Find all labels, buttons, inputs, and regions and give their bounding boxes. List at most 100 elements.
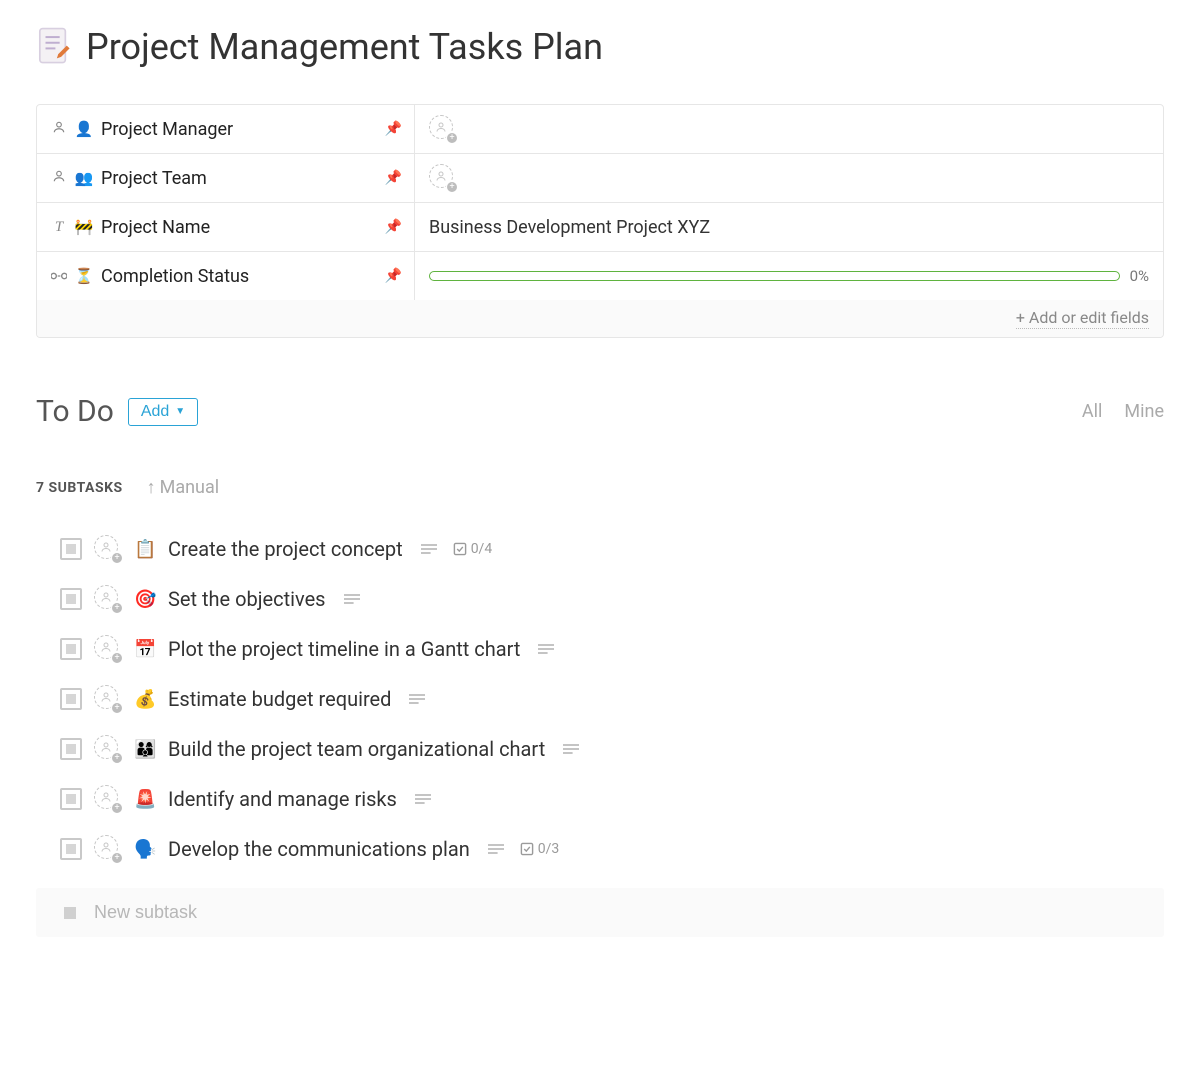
add-assignee-button[interactable]: + [429,115,457,143]
progress-bar: 0% [429,267,1149,285]
sort-toggle[interactable]: ↑ Manual [147,477,220,498]
task-emoji-icon: 👨‍👩‍👦 [134,739,156,760]
page-title: Project Management Tasks Plan [86,26,603,68]
todo-section: To Do Add ▼ All Mine 7 SUBTASKS ↑ Manual… [36,394,1164,937]
add-assignee-button[interactable]: + [94,835,122,863]
task-checkbox[interactable] [60,538,82,560]
add-button-label: Add [141,403,169,421]
add-edit-fields-link[interactable]: + Add or edit fields [1016,308,1149,329]
plus-icon: + [111,752,123,764]
subtask-count-text: 0/4 [471,541,493,557]
manager-emoji-icon: 👤 [73,120,95,138]
pin-icon[interactable]: 📌 [385,121,402,137]
construction-emoji-icon: 🚧 [73,218,95,236]
task-emoji-icon: 🎯 [134,589,156,610]
document-icon [36,27,72,67]
pin-icon[interactable]: 📌 [385,219,402,235]
description-icon [344,590,360,609]
formula-type-icon [49,267,69,285]
add-button[interactable]: Add ▼ [128,398,198,426]
task-emoji-icon: 🗣️ [134,839,156,860]
task-title[interactable]: Identify and manage risks [168,787,397,811]
task-title[interactable]: Plot the project timeline in a Gantt cha… [168,637,520,661]
sort-label: Manual [160,477,220,498]
checkbox-placeholder-icon [64,907,76,919]
task-row[interactable]: + 🎯 Set the objectives [36,574,1164,624]
task-row[interactable]: + 📅 Plot the project timeline in a Gantt c… [36,624,1164,674]
plus-icon: + [446,132,458,144]
filter-all[interactable]: All [1082,401,1103,422]
plus-icon: + [111,852,123,864]
task-emoji-icon: 🚨 [134,789,156,810]
task-row[interactable]: + 🚨 Identify and manage risks [36,774,1164,824]
fields-panel: 👤 Project Manager 📌 + 👥 Project Team 📌 + [36,104,1164,338]
task-checkbox[interactable] [60,638,82,660]
arrow-up-icon: ↑ [147,477,156,498]
task-title[interactable]: Develop the communications plan [168,837,470,861]
filter-mine[interactable]: Mine [1124,401,1164,422]
task-checkbox[interactable] [60,688,82,710]
page-header: Project Management Tasks Plan [36,26,1164,68]
task-emoji-icon: 📅 [134,639,156,660]
text-type-icon: T [49,219,69,236]
add-assignee-button[interactable]: + [94,635,122,663]
pin-icon[interactable]: 📌 [385,268,402,284]
task-emoji-icon: 📋 [134,539,156,560]
task-checkbox[interactable] [60,838,82,860]
task-title[interactable]: Set the objectives [168,587,326,611]
section-title: To Do [36,394,114,429]
task-title[interactable]: Estimate budget required [168,687,391,711]
task-emoji-icon: 💰 [134,689,156,710]
team-emoji-icon: 👥 [73,169,95,187]
field-project-team[interactable]: 👥 Project Team 📌 + [37,154,1163,203]
description-icon [409,690,425,709]
add-assignee-button[interactable]: + [94,685,122,713]
field-label: Completion Status [101,266,249,287]
task-row[interactable]: + 💰 Estimate budget required [36,674,1164,724]
add-assignee-button[interactable]: + [94,535,122,563]
task-checkbox[interactable] [60,788,82,810]
task-row[interactable]: + 🗣️ Develop the communications plan 0/3 [36,824,1164,874]
add-assignee-button[interactable]: + [94,735,122,763]
subtask-count-text: 0/3 [538,841,560,857]
task-row[interactable]: + 👨‍👩‍👦 Build the project team organizatio… [36,724,1164,774]
task-title[interactable]: Build the project team organizational ch… [168,737,545,761]
chevron-down-icon: ▼ [175,406,185,417]
task-checkbox[interactable] [60,588,82,610]
task-list: + 📋 Create the project concept 0/4 + 🎯 Set the… [36,524,1164,874]
field-label: Project Manager [101,119,233,140]
view-filters: All Mine [1082,401,1164,422]
field-label: Project Team [101,168,207,189]
project-name-value[interactable]: Business Development Project XYZ [429,217,710,238]
task-checkbox[interactable] [60,738,82,760]
progress-percent: 0% [1130,267,1149,285]
add-assignee-button[interactable]: + [429,164,457,192]
add-assignee-button[interactable]: + [94,785,122,813]
subtasks-count: 7 SUBTASKS [36,480,123,496]
field-label: Project Name [101,217,210,238]
subtask-count-badge[interactable]: 0/3 [520,841,560,857]
person-type-icon [49,120,69,138]
subtask-count-badge[interactable]: 0/4 [453,541,493,557]
description-icon [563,740,579,759]
hourglass-emoji-icon: ⏳ [73,267,95,285]
description-icon [421,540,437,559]
plus-icon: + [446,181,458,193]
new-subtask-input[interactable] [94,902,1136,923]
description-icon [488,840,504,859]
field-completion-status[interactable]: ⏳ Completion Status 📌 0% [37,252,1163,300]
plus-icon: + [111,602,123,614]
pin-icon[interactable]: 📌 [385,170,402,186]
plus-icon: + [111,702,123,714]
plus-icon: + [111,802,123,814]
new-subtask-row[interactable] [36,888,1164,937]
description-icon [415,790,431,809]
add-assignee-button[interactable]: + [94,585,122,613]
plus-icon: + [111,552,123,564]
task-title[interactable]: Create the project concept [168,537,403,561]
task-row[interactable]: + 📋 Create the project concept 0/4 [36,524,1164,574]
fields-footer: + Add or edit fields [37,300,1163,337]
field-project-name[interactable]: T 🚧 Project Name 📌 Business Development … [37,203,1163,252]
description-icon [538,640,554,659]
field-project-manager[interactable]: 👤 Project Manager 📌 + [37,105,1163,154]
